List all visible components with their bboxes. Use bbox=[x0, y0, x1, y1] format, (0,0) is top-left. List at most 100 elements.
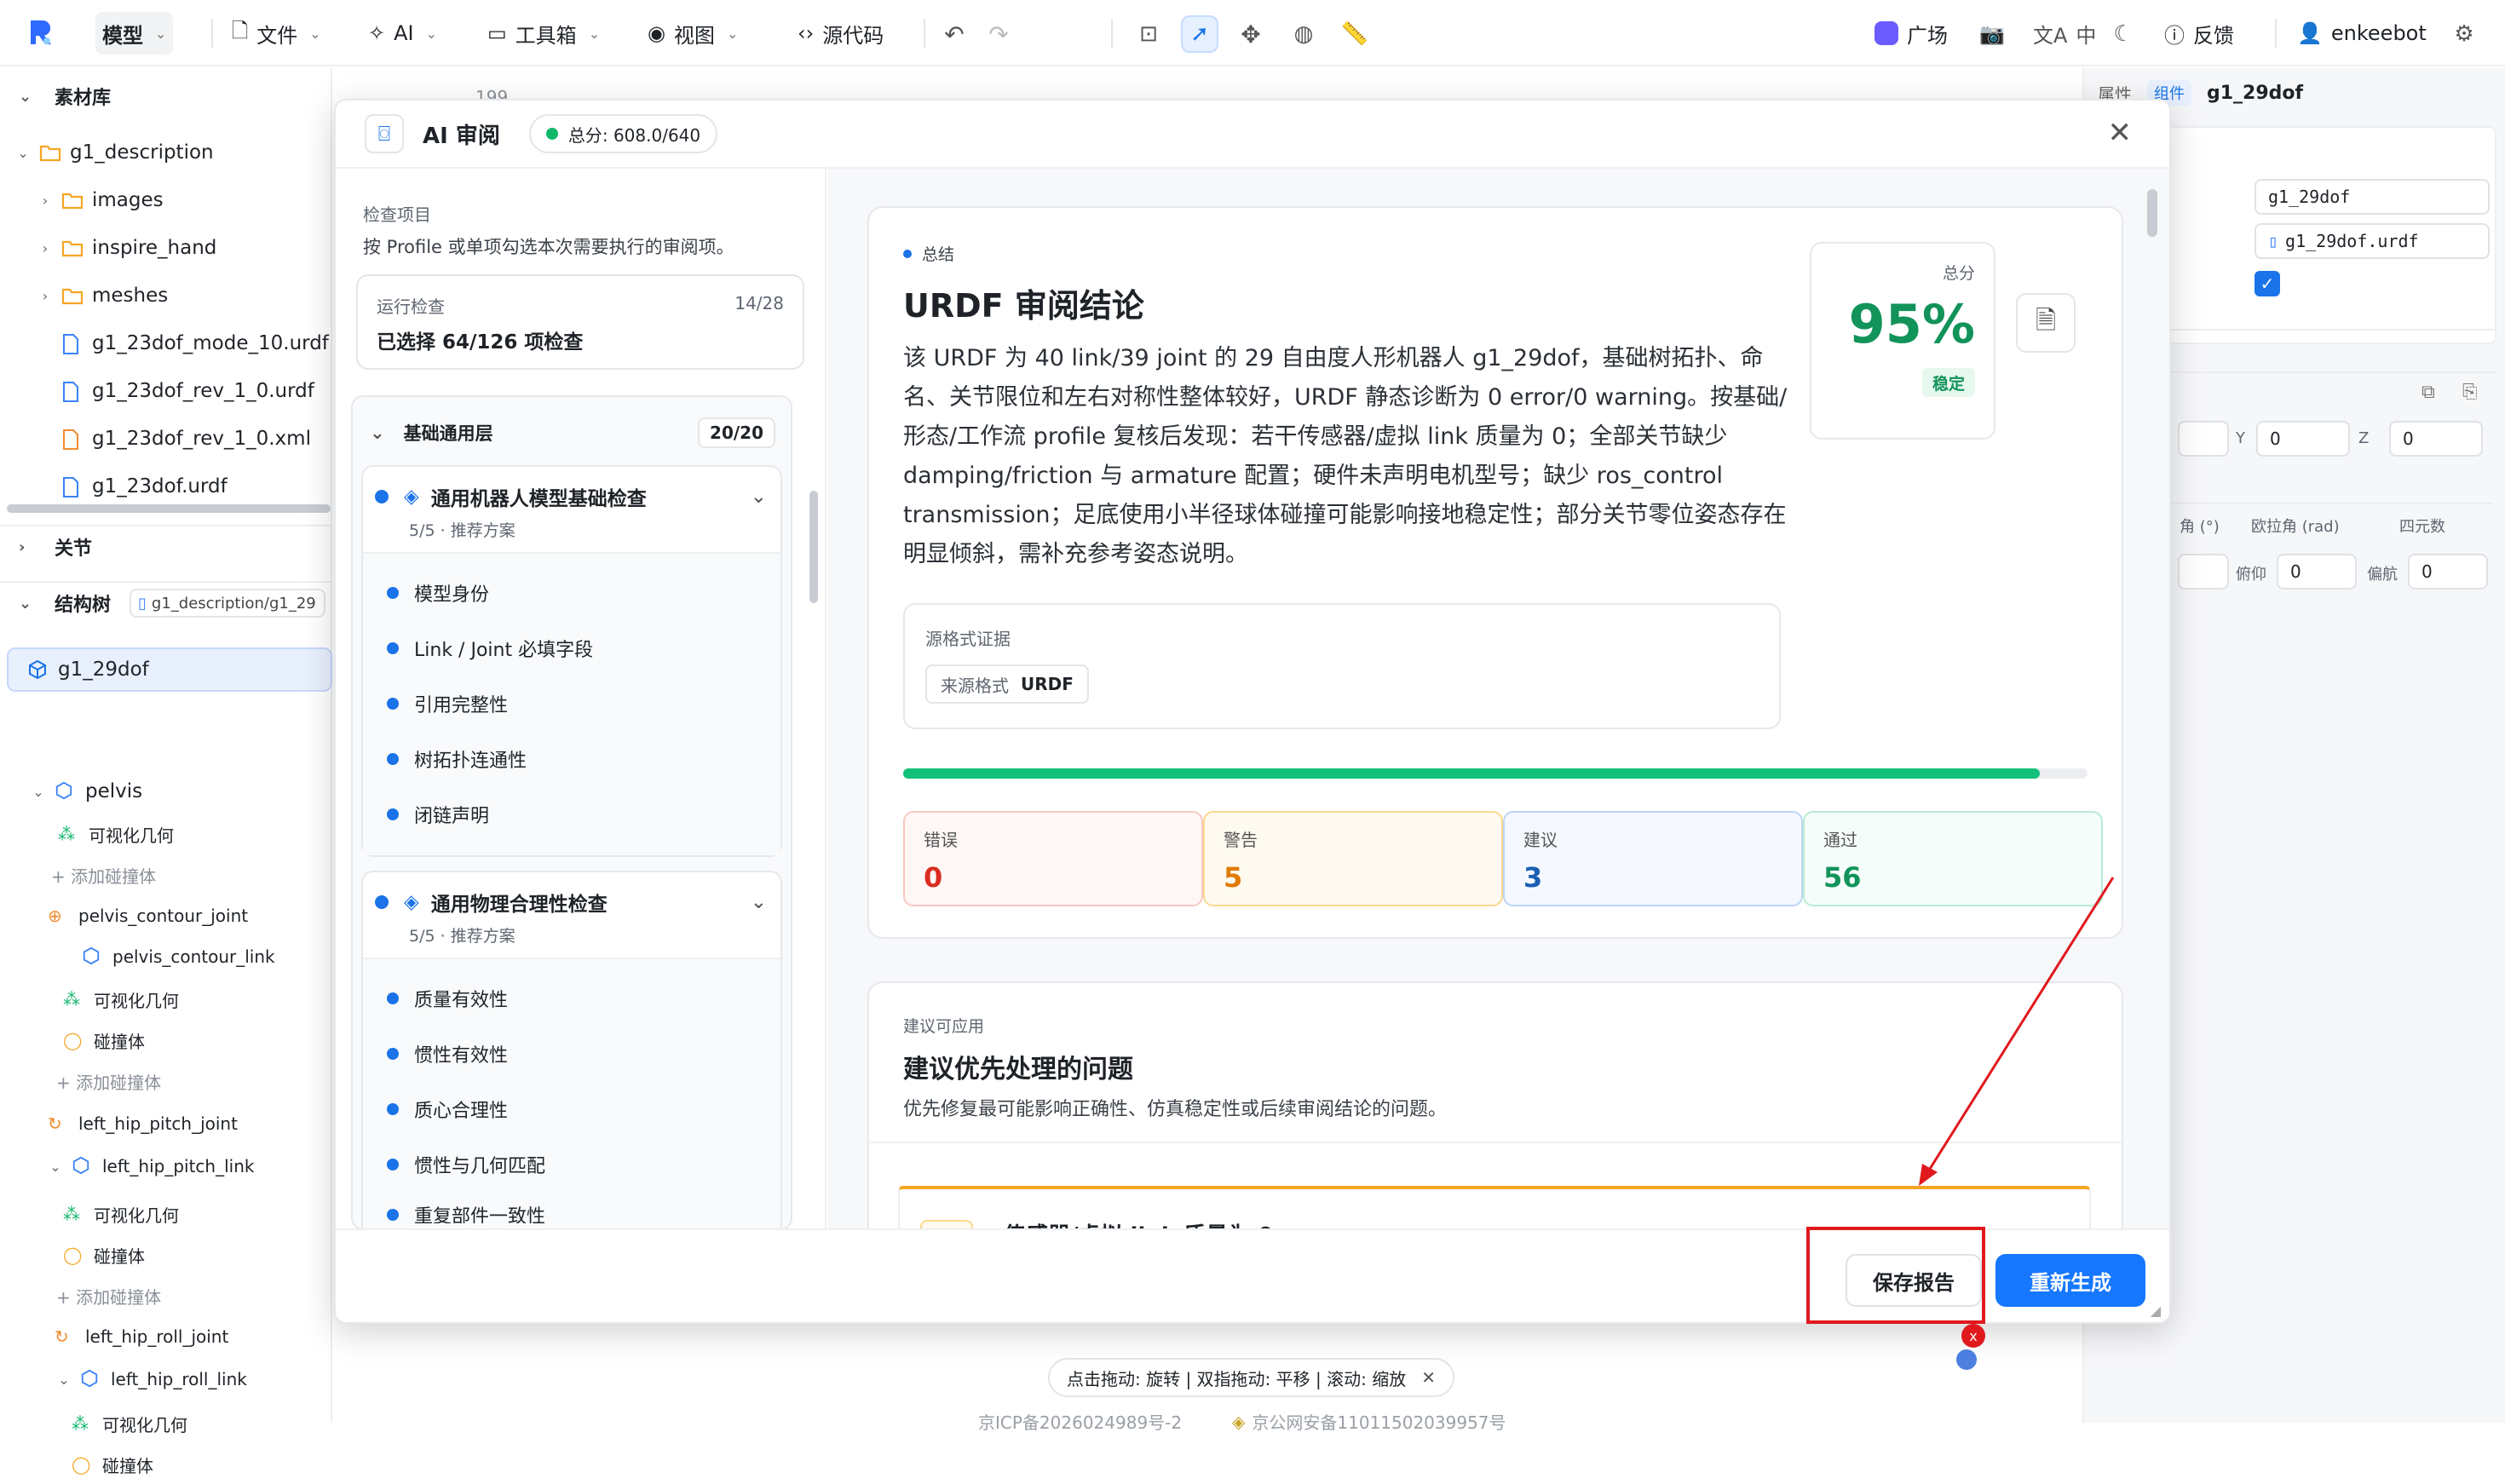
check-item[interactable]: 重复部件一致性 bbox=[387, 1206, 545, 1223]
document-icon[interactable]: 🗎 bbox=[2016, 293, 2076, 353]
tree-node-visual[interactable]: ⁂ 可视化几何 bbox=[51, 814, 174, 854]
frame-icon[interactable]: ⊡ bbox=[1130, 15, 1167, 53]
z-input[interactable]: 0 bbox=[2389, 421, 2483, 457]
camera-icon[interactable]: 📷 bbox=[1973, 15, 2011, 53]
regenerate-button[interactable]: 重新生成 bbox=[1995, 1254, 2145, 1307]
toolbox-menu[interactable]: ▭ 工具箱 ⌄ bbox=[481, 12, 607, 55]
app-logo-icon[interactable] bbox=[26, 17, 56, 48]
roll-input[interactable] bbox=[2178, 554, 2229, 590]
tree-node-visual[interactable]: ⁂ 可视化几何 bbox=[56, 980, 179, 1019]
tree-node-pelvis-contour-link[interactable]: pelvis_contour_link bbox=[75, 937, 275, 976]
resize-handle-icon[interactable]: ◢ bbox=[2151, 1303, 2161, 1319]
file-menu[interactable]: 🗋 文件 ⌄ bbox=[225, 12, 328, 55]
move-icon[interactable]: ✥ bbox=[1232, 15, 1270, 53]
tree-path-chip[interactable]: ▯ g1_description/g1_29 bbox=[130, 589, 326, 618]
check-item[interactable]: 闭链声明 bbox=[387, 801, 489, 828]
language-switch[interactable]: 文A 中 bbox=[2026, 12, 2103, 55]
enabled-checkbox[interactable]: ✓ bbox=[2254, 271, 2280, 296]
stat-errors[interactable]: 错误 0 bbox=[903, 811, 1203, 906]
tree-node-left-hip-pitch-joint[interactable]: ↻ left_hip_pitch_joint bbox=[41, 1104, 238, 1143]
user-menu[interactable]: 👤 enkeebot bbox=[2290, 12, 2433, 55]
tree-node-left-hip-roll-link[interactable]: ⌄ left_hip_roll_link bbox=[55, 1360, 247, 1399]
source-code-button[interactable]: ‹› 源代码 bbox=[791, 12, 890, 55]
check-item[interactable]: 模型身份 bbox=[387, 579, 489, 607]
stat-warnings[interactable]: 警告 5 bbox=[1203, 811, 1503, 906]
file-input[interactable]: ▯ g1_29dof.urdf bbox=[2254, 223, 2490, 259]
settings-gear-icon[interactable]: ⚙ bbox=[2445, 15, 2483, 53]
file-item[interactable]: g1_23dof_mode_10.urdf bbox=[55, 324, 329, 363]
ai-menu[interactable]: ✧ AI ⌄ bbox=[361, 12, 444, 55]
check-item[interactable]: 引用完整性 bbox=[387, 690, 508, 717]
tree-node-collision[interactable]: ◯ 碰撞体 bbox=[56, 1021, 145, 1060]
folder-inspire-hand[interactable]: › inspire_hand bbox=[36, 228, 217, 267]
yaw-input[interactable]: 0 bbox=[2408, 554, 2488, 590]
tree-node-visual[interactable]: ⁂ 可视化几何 bbox=[56, 1194, 179, 1234]
joints-section-header[interactable]: › 关节 bbox=[0, 525, 332, 567]
selected-dot bbox=[387, 1048, 399, 1060]
check-list-scrollbar[interactable] bbox=[809, 491, 818, 603]
tree-node-collision[interactable]: ◯ 碰撞体 bbox=[65, 1445, 153, 1484]
folder-g1-description[interactable]: ⌄ g1_description bbox=[14, 133, 213, 172]
tree-node-left-hip-roll-joint[interactable]: ↻ left_hip_roll_joint bbox=[48, 1317, 228, 1356]
layer-header-basic[interactable]: ⌄ 基础通用层 20/20 bbox=[370, 412, 775, 453]
add-collision-button[interactable]: + 添加碰撞体 bbox=[56, 1276, 161, 1315]
check-group-title: 通用机器人模型基础检查 bbox=[430, 488, 647, 510]
undo-icon[interactable]: ↶ bbox=[936, 15, 973, 53]
run-check-card[interactable]: 运行检查 14/28 已选择 64/126 项检查 bbox=[356, 274, 804, 370]
police-record[interactable]: ◈ 京公网安备11011502039957号 bbox=[1232, 1409, 1506, 1434]
close-dialog-icon[interactable]: ✕ bbox=[2108, 116, 2133, 150]
pitch-input[interactable]: 0 bbox=[2277, 554, 2357, 590]
check-group-header[interactable]: ◈ 通用机器人模型基础检查 ⌄ bbox=[375, 482, 767, 511]
moon-icon[interactable]: ☾ bbox=[2105, 15, 2142, 53]
shapes-icon: ⁂ bbox=[63, 989, 80, 1009]
redo-icon[interactable]: ↷ bbox=[980, 15, 1017, 53]
plaza-button[interactable]: 广场 bbox=[1868, 12, 1955, 55]
add-collision-button[interactable]: + 添加碰撞体 bbox=[51, 855, 156, 894]
tree-section-header[interactable]: ⌄ 结构树 ▯ g1_description/g1_29 bbox=[0, 581, 332, 624]
palette-icon[interactable]: ◍ bbox=[1285, 15, 1322, 53]
rotation-degree-tab[interactable]: 角 (°) bbox=[2180, 515, 2220, 537]
euler-rad-tab[interactable]: 欧拉角 (rad) bbox=[2251, 515, 2340, 537]
viewport-canvas[interactable]: 点击拖动: 旋转 | 双指拖动: 平移 | 滚动: 缩放 ✕ 京ICP备2026… bbox=[332, 1329, 2082, 1433]
file-item[interactable]: g1_23dof.urdf bbox=[55, 467, 227, 506]
close-icon[interactable]: ✕ bbox=[1421, 1367, 1436, 1388]
check-item[interactable]: 树拓扑连通性 bbox=[387, 745, 527, 773]
check-item[interactable]: 惯性有效性 bbox=[387, 1040, 508, 1067]
tree-node-visual[interactable]: ⁂ 可视化几何 bbox=[65, 1404, 187, 1443]
add-collision-button[interactable]: + 添加碰撞体 bbox=[56, 1061, 161, 1101]
save-report-button[interactable]: 保存报告 bbox=[1846, 1254, 1982, 1307]
ruler-icon[interactable]: 📏 bbox=[1336, 15, 1373, 53]
tree-root-g1-29dof[interactable]: g1_29dof bbox=[20, 650, 149, 689]
icp-record[interactable]: 京ICP备2026024989号-2 bbox=[978, 1409, 1182, 1434]
tree-node-left-hip-pitch-link[interactable]: ⌄ left_hip_pitch_link bbox=[46, 1147, 254, 1186]
check-item-label: 质量有效性 bbox=[414, 990, 509, 1011]
check-item[interactable]: 质量有效性 bbox=[387, 985, 508, 1012]
view-menu[interactable]: ◉ 视图 ⌄ bbox=[641, 12, 745, 55]
copy-icon[interactable]: ⧉ bbox=[2422, 382, 2435, 403]
check-group-header[interactable]: ◈ 通用物理合理性检查 ⌄ bbox=[375, 888, 767, 917]
tree-node-pelvis-contour-joint[interactable]: ⊕ pelvis_contour_joint bbox=[41, 896, 248, 935]
horizontal-scrollbar[interactable] bbox=[7, 504, 331, 513]
results-scrollbar[interactable] bbox=[2147, 189, 2157, 237]
model-menu[interactable]: 模型 ⌄ bbox=[95, 12, 174, 55]
check-item[interactable]: Link / Joint 必填字段 bbox=[387, 635, 593, 662]
file-item[interactable]: g1_23dof_rev_1_0.xml bbox=[55, 419, 311, 458]
tree-node-collision[interactable]: ◯ 碰撞体 bbox=[56, 1235, 145, 1274]
check-item[interactable]: 质心合理性 bbox=[387, 1096, 508, 1123]
name-input[interactable]: g1_29dof bbox=[2254, 179, 2490, 215]
file-name: g1_23dof.urdf bbox=[92, 475, 227, 498]
folder-images[interactable]: › images bbox=[36, 181, 164, 220]
quaternion-tab[interactable]: 四元数 bbox=[2399, 515, 2445, 537]
file-item[interactable]: g1_23dof_rev_1_0.urdf bbox=[55, 371, 314, 411]
joint-rotate-icon: ↻ bbox=[55, 1326, 69, 1347]
check-item[interactable]: 惯性与几何匹配 bbox=[387, 1151, 545, 1178]
feedback-button[interactable]: ⓘ 反馈 bbox=[2157, 12, 2241, 55]
x-input[interactable] bbox=[2178, 421, 2229, 457]
tree-node-pelvis[interactable]: ⌄ pelvis bbox=[29, 772, 142, 811]
stat-suggestions[interactable]: 建议 3 bbox=[1503, 811, 1803, 906]
select-cursor-icon[interactable]: ➚ bbox=[1181, 15, 1218, 53]
folder-meshes[interactable]: › meshes bbox=[36, 276, 168, 315]
assets-section-header[interactable]: ⌄ 素材库 bbox=[0, 75, 111, 118]
paste-icon[interactable]: ⎘ bbox=[2462, 382, 2478, 403]
y-input[interactable]: 0 bbox=[2256, 421, 2350, 457]
